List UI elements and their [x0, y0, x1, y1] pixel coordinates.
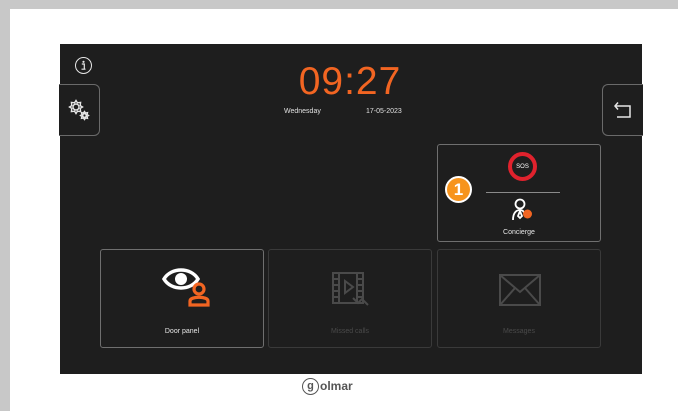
callout-marker: 1 — [445, 176, 472, 203]
back-arrow-icon — [614, 102, 631, 118]
sos-button[interactable]: SOS — [508, 152, 537, 181]
clock-date: 17-05-2023 — [366, 108, 402, 115]
sos-concierge-card[interactable]: SOS 1 Concierge — [437, 144, 601, 242]
eye-person-icon — [161, 268, 210, 307]
missed-calls-card[interactable]: Missed calls — [268, 249, 432, 348]
brand-letter: g — [302, 377, 319, 395]
back-button[interactable] — [602, 84, 643, 136]
info-button[interactable] — [75, 57, 92, 74]
brand-name: olmar — [320, 379, 353, 393]
clock-time: 09:27 — [298, 60, 402, 103]
messages-label: Messages — [503, 328, 535, 335]
intercom-screen: 09:27 Wednesday 17-05-2023 SOS 1 Concier… — [59, 44, 643, 374]
concierge-label: Concierge — [503, 229, 535, 236]
sos-label: SOS — [516, 163, 529, 170]
door-panel-label: Door panel — [164, 328, 200, 335]
clock-weekday: Wednesday — [284, 108, 321, 115]
info-icon — [81, 60, 86, 70]
concierge-icon — [512, 198, 532, 221]
divider — [486, 192, 560, 193]
envelope-icon — [499, 274, 541, 306]
film-missed-icon — [332, 272, 369, 306]
brand-logo: g olmar — [302, 377, 353, 395]
door-panel-card[interactable]: Door panel — [100, 249, 264, 348]
missed-calls-label: Missed calls — [330, 328, 370, 335]
messages-card[interactable]: Messages — [437, 249, 601, 348]
settings-button[interactable] — [59, 84, 100, 136]
gear-icon — [68, 99, 90, 121]
